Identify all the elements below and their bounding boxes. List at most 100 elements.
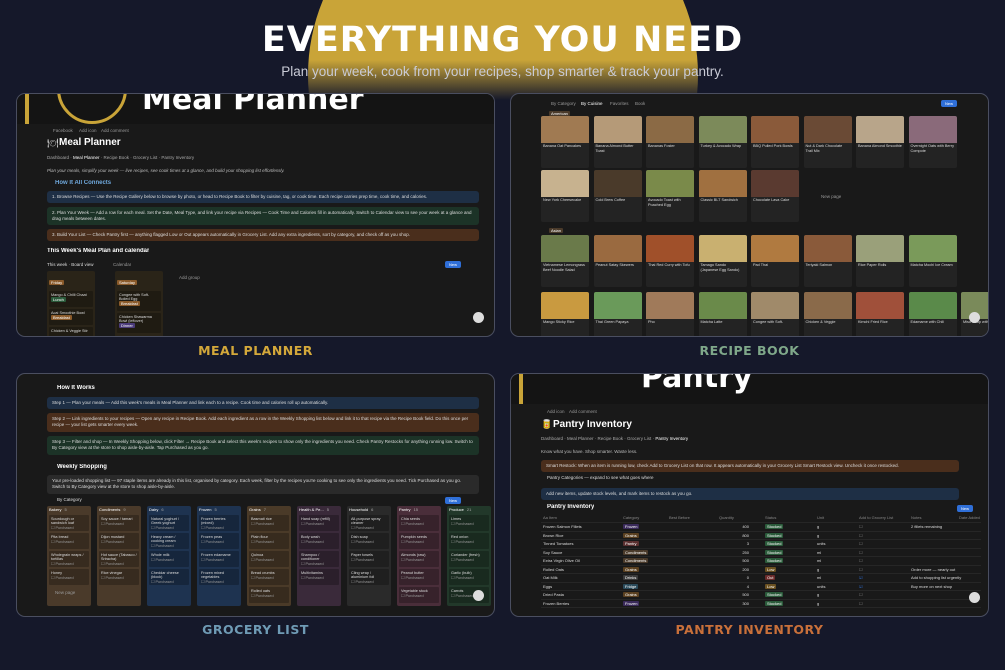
recipe-card[interactable]: Rice Paper Rolls: [856, 235, 904, 287]
recipe-card[interactable]: New York Cheesecake: [541, 170, 589, 222]
grocery-item[interactable]: Vegetable stock ☐ Purchased: [399, 587, 439, 603]
purchased-checkbox[interactable]: ☐ Purchased: [251, 593, 287, 598]
crumb-meal[interactable]: Meal Planner: [567, 436, 594, 441]
crumb-recipe[interactable]: Recipe Book: [598, 436, 624, 441]
grocery-item[interactable]: Cling wrap / aluminium foil ☐ Purchased: [349, 569, 389, 585]
purchased-checkbox[interactable]: ☐ Purchased: [151, 579, 187, 584]
purchased-checkbox[interactable]: ☐ Purchased: [301, 521, 337, 526]
grocery-item[interactable]: Wholegrain wraps / tortillas ☐ Purchased: [49, 551, 89, 567]
purchased-checkbox[interactable]: ☐ Purchased: [251, 575, 287, 580]
grocery-item[interactable]: Red onion ☐ Purchased: [449, 533, 489, 549]
grocery-item[interactable]: Frozen berries (mixed) ☐ Purchased: [199, 515, 239, 531]
add-to-grocery-checkbox[interactable]: ☐: [859, 601, 863, 606]
purchased-checkbox[interactable]: ☐ Purchased: [51, 575, 87, 580]
add-to-grocery-checkbox[interactable]: ☑: [859, 584, 863, 589]
recipe-card[interactable]: Mango Sticky Rice: [541, 292, 589, 336]
grocery-item[interactable]: Limes ☐ Purchased: [449, 515, 489, 531]
grocery-item[interactable]: Hot sauce (Tabasco / Sriracha) ☐ Purchase…: [99, 551, 139, 567]
purchased-checkbox[interactable]: ☐ Purchased: [201, 579, 237, 584]
recipe-card[interactable]: Turkey & Avocado Wrap: [698, 116, 747, 168]
tab-favorites[interactable]: Favorites: [610, 101, 629, 106]
purchased-checkbox[interactable]: ☐ Purchased: [351, 539, 387, 544]
add-to-grocery-checkbox[interactable]: ☐: [859, 524, 863, 529]
purchased-checkbox[interactable]: ☐ Purchased: [51, 561, 87, 566]
purchased-checkbox[interactable]: ☐ Purchased: [151, 557, 187, 562]
purchased-checkbox[interactable]: ☐ Purchased: [451, 575, 487, 580]
table-row[interactable]: Rolled Oats Grains 200 Low g ☐ Order more — ne…: [541, 566, 981, 574]
purchased-checkbox[interactable]: ☐ Purchased: [201, 525, 237, 530]
meal-card[interactable]: Congee with Soft-Boiled Egg Breakfast: [117, 291, 161, 311]
recipe-card[interactable]: Congee with Soft-: [751, 292, 799, 336]
cover-link-1[interactable]: Add icon: [547, 409, 565, 414]
table-row[interactable]: Extra Virgin Olive Oil Condiments 500 Stock…: [541, 557, 981, 566]
crumb-pantry[interactable]: Pantry Inventory: [655, 436, 688, 441]
purchased-checkbox[interactable]: ☐ Purchased: [401, 575, 437, 580]
meal-card[interactable]: Chicken & Veggie Stir: [49, 327, 93, 336]
tab-book[interactable]: Book: [635, 101, 645, 106]
view-tab-board[interactable]: This week · Board view: [47, 262, 94, 267]
crumb-grocery[interactable]: Grocery List: [627, 436, 651, 441]
purchased-checkbox[interactable]: ☐ Purchased: [451, 539, 487, 544]
grocery-item[interactable]: Rolled oats ☐ Purchased: [249, 587, 289, 603]
purchased-checkbox[interactable]: ☐ Purchased: [351, 557, 387, 562]
purchased-checkbox[interactable]: ☐ Purchased: [101, 561, 137, 566]
grocery-item[interactable]: Quinoa ☐ Purchased: [249, 551, 289, 567]
grocery-item[interactable]: Sourdough or sandwich loaf ☐ Purchased: [49, 515, 89, 531]
grocery-item[interactable]: Hand soap (refill) ☐ Purchased: [299, 515, 339, 531]
purchased-checkbox[interactable]: ☐ Purchased: [151, 543, 187, 548]
add-to-grocery-checkbox[interactable]: ☐: [859, 541, 863, 546]
grocery-item[interactable]: Rice vinegar ☐ Purchased: [99, 569, 139, 585]
recipe-card[interactable]: Nut & Dark Chocolate Trail Mix: [803, 116, 852, 168]
cover-link-1[interactable]: Facebook: [53, 128, 73, 133]
cover-link-2[interactable]: Add comment: [569, 409, 597, 414]
recipe-card[interactable]: Bananas Foster: [646, 116, 694, 168]
assistant-icon[interactable]: [473, 590, 484, 601]
recipe-card[interactable]: Kimchi Fried Rice: [856, 292, 904, 336]
recipe-card[interactable]: Edamame with Chili: [908, 292, 957, 336]
categories-toggle[interactable]: Pantry Categories — expand to see what g…: [547, 475, 654, 480]
recipe-card[interactable]: Banana Oat Pancakes: [541, 116, 589, 168]
recipe-card[interactable]: Matcha Latte: [698, 292, 747, 336]
meal-card[interactable]: Mango & Chilli Chaat Lunch: [49, 291, 93, 307]
grocery-item[interactable]: Dijon mustard ☐ Purchased: [99, 533, 139, 549]
recipe-card[interactable]: Chicken & Veggie: [803, 292, 852, 336]
add-to-grocery-checkbox[interactable]: ☐: [859, 558, 863, 563]
table-row[interactable]: Frozen Salmon Fillets Frozen 400 Stocked g ☐ 2…: [541, 523, 981, 532]
grocery-item[interactable]: Pita bread ☐ Purchased: [49, 533, 89, 549]
purchased-checkbox[interactable]: ☐ Purchased: [101, 521, 137, 526]
grocery-item[interactable]: Whole milk ☐ Purchased: [149, 551, 189, 567]
recipe-card[interactable]: Vietnamese Lemongrass Beef Noodle Salad: [541, 235, 589, 287]
recipe-card[interactable]: Thai Green Papaya: [593, 292, 642, 336]
purchased-checkbox[interactable]: ☐ Purchased: [401, 521, 437, 526]
recipe-card[interactable]: Banana Almond Smoothie: [856, 116, 904, 168]
assistant-icon[interactable]: [969, 592, 980, 603]
purchased-checkbox[interactable]: ☐ Purchased: [351, 579, 387, 584]
recipe-card[interactable]: Teriyaki Salmon: [803, 235, 852, 287]
table-row[interactable]: Tinned Tomatoes Pantry 3 Stocked units ☐: [541, 540, 981, 549]
grocery-item[interactable]: Garlic (bulb) ☐ Purchased: [449, 569, 489, 585]
grocery-item[interactable]: Frozen peas ☐ Purchased: [199, 533, 239, 549]
new-page-button[interactable]: New page: [821, 194, 841, 199]
table-row[interactable]: Soy Sauce Condiments 250 Stocked ml ☐: [541, 549, 981, 557]
view-by-category[interactable]: By Category: [57, 497, 82, 502]
grocery-item[interactable]: Coriander (fresh) ☐ Purchased: [449, 551, 489, 567]
table-row[interactable]: Dried Pasta Grains 500 Stocked g ☐: [541, 591, 981, 600]
recipe-card[interactable]: Chocolate Lava Cake: [751, 170, 799, 222]
recipe-card[interactable]: Tamago Sando (Japanese Egg Sando): [698, 235, 747, 287]
crumb-dashboard[interactable]: Dashboard: [47, 155, 69, 160]
grocery-item[interactable]: Frozen edamame ☐ Purchased: [199, 551, 239, 567]
crumb-meal[interactable]: Meal Planner: [73, 155, 100, 160]
purchased-checkbox[interactable]: ☐ Purchased: [401, 557, 437, 562]
grocery-item[interactable]: Frozen mixed vegetables ☐ Purchased: [199, 569, 239, 585]
purchased-checkbox[interactable]: ☐ Purchased: [251, 557, 287, 562]
purchased-checkbox[interactable]: ☐ Purchased: [201, 557, 237, 562]
view-tab-calendar[interactable]: Calendar: [113, 262, 131, 267]
grocery-item[interactable]: Honey ☐ Purchased: [49, 569, 89, 585]
table-row[interactable]: Eggs Fridge 4 Low units ☑ Buy more on next sho…: [541, 583, 981, 591]
purchased-checkbox[interactable]: ☐ Purchased: [351, 525, 387, 530]
recipe-card[interactable]: Peanut Satay Skewers: [593, 235, 642, 287]
assistant-icon[interactable]: [473, 312, 484, 323]
recipe-card[interactable]: Banana Almond Butter Toast: [593, 116, 642, 168]
new-button[interactable]: New: [445, 261, 462, 268]
add-to-grocery-checkbox[interactable]: ☐: [859, 592, 863, 597]
